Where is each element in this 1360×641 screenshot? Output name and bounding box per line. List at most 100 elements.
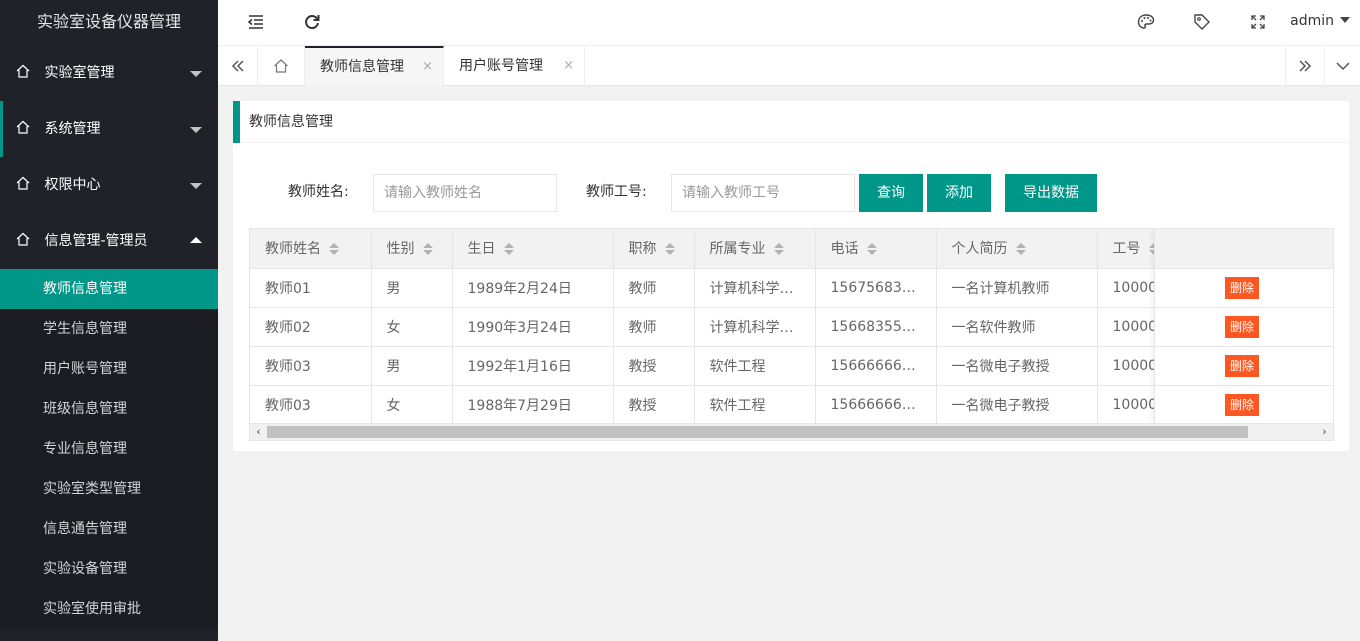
tab-teacher-info[interactable]: 教师信息管理 × <box>305 46 444 86</box>
delete-button[interactable]: 删除 <box>1224 277 1259 299</box>
scroll-left-arrow[interactable]: ‹ <box>250 424 267 440</box>
sidebar-item-major-info[interactable]: 专业信息管理 <box>0 429 218 469</box>
column-header[interactable]: 生日 <box>452 229 614 269</box>
theme-palette-icon[interactable] <box>1136 12 1156 32</box>
table-cell: 1990年3月24日 <box>452 307 614 347</box>
menu-group-permission-center[interactable]: 权限中心 <box>0 157 218 213</box>
table-cell: 1989年2月24日 <box>452 268 614 308</box>
table-cell: 一名软件教师 <box>936 307 1098 347</box>
chevron-down-icon <box>190 127 202 133</box>
action-cell: 删除 <box>1155 347 1333 386</box>
sort-icon[interactable] <box>1015 243 1026 256</box>
delete-button[interactable]: 删除 <box>1224 394 1259 416</box>
table-cell: 教师02 <box>250 307 372 347</box>
table-cell: 教师03 <box>250 385 372 425</box>
table-cell: 教师 <box>613 307 695 347</box>
sort-icon[interactable] <box>503 243 514 256</box>
tag-icon[interactable] <box>1192 12 1212 32</box>
sort-icon[interactable] <box>422 243 433 256</box>
double-chevron-left-icon <box>231 60 244 72</box>
close-icon[interactable]: × <box>563 46 574 86</box>
tab-user-account[interactable]: 用户账号管理 × <box>444 46 585 86</box>
table-cell: 计算机科学… <box>694 307 816 347</box>
sidebar-item-teacher-info[interactable]: 教师信息管理 <box>0 269 218 309</box>
tabs-scroll-left-button[interactable] <box>218 46 258 86</box>
scrollbar-thumb[interactable] <box>267 426 1248 438</box>
action-header <box>1155 229 1333 269</box>
table-cell: 软件工程 <box>694 346 816 386</box>
table-cell: 教师 <box>613 268 695 308</box>
export-button[interactable]: 导出数据 <box>1005 174 1097 212</box>
add-button[interactable]: 添加 <box>927 174 991 212</box>
sort-icon[interactable] <box>664 243 675 256</box>
query-button[interactable]: 查询 <box>859 174 923 212</box>
sort-icon[interactable] <box>866 243 877 256</box>
menu-group-info-admin[interactable]: 信息管理-管理员 <box>0 213 218 269</box>
menu-group-label: 实验室管理 <box>44 65 115 81</box>
scroll-right-arrow[interactable]: › <box>1316 424 1333 440</box>
teacher-id-input[interactable] <box>671 174 855 212</box>
tab-home[interactable] <box>258 46 305 86</box>
table-cell: 一名计算机教师 <box>936 268 1098 308</box>
table-cell: 教师03 <box>250 346 372 386</box>
collapse-menu-icon[interactable] <box>246 12 266 32</box>
sidebar-item-class-info[interactable]: 班级信息管理 <box>0 389 218 429</box>
menu-group-system-management[interactable]: 系统管理 <box>0 101 218 157</box>
table-cell: 男 <box>371 268 453 308</box>
content-card: 教师信息管理 教师姓名: 教师工号: 查询 添加 导出数据 教师姓名 性别 生日… <box>233 101 1349 451</box>
table-cell: 教师01 <box>250 268 372 308</box>
column-header[interactable]: 性别 <box>371 229 453 269</box>
table-cell: 一名微电子教授 <box>936 385 1098 425</box>
teacher-name-input[interactable] <box>373 174 557 212</box>
home-icon <box>274 59 288 73</box>
tabs-scroll-right-button[interactable] <box>1285 46 1325 86</box>
sidebar-item-lab-type[interactable]: 实验室类型管理 <box>0 469 218 509</box>
tabs-dropdown-button[interactable] <box>1325 46 1360 86</box>
home-icon <box>16 64 30 78</box>
column-header[interactable]: 电话 <box>815 229 937 269</box>
app-title: 实验室设备仪器管理 <box>0 0 218 45</box>
tabs-bar: 教师信息管理 × 用户账号管理 × <box>218 45 1360 86</box>
sort-icon[interactable] <box>773 243 784 256</box>
table-cell: 软件工程 <box>694 385 816 425</box>
table-cell: 教授 <box>613 385 695 425</box>
table-cell: 女 <box>371 385 453 425</box>
column-header[interactable]: 职称 <box>613 229 695 269</box>
table-cell: 计算机科学… <box>694 268 816 308</box>
refresh-icon[interactable] <box>302 12 322 32</box>
fullscreen-icon[interactable] <box>1248 12 1268 32</box>
table-cell: 一名微电子教授 <box>936 346 1098 386</box>
delete-button[interactable]: 删除 <box>1224 355 1259 377</box>
teacher-table: 教师姓名 性别 生日 职称 所属专业 电话 个人简历 工号 教师01 男 198… <box>249 228 1334 441</box>
close-icon[interactable]: × <box>422 48 433 86</box>
chevron-up-icon <box>190 237 202 243</box>
column-header[interactable]: 个人简历 <box>936 229 1098 269</box>
home-icon <box>16 232 30 246</box>
column-header[interactable]: 教师姓名 <box>250 229 372 269</box>
horizontal-scrollbar[interactable]: ‹ › <box>250 423 1333 440</box>
column-header[interactable]: 所属专业 <box>694 229 816 269</box>
delete-button[interactable]: 删除 <box>1224 316 1259 338</box>
tab-label: 教师信息管理 <box>320 59 404 75</box>
table-cell: 15666666777 <box>815 385 937 425</box>
sidebar-item-user-account[interactable]: 用户账号管理 <box>0 349 218 389</box>
menu-group-lab-management[interactable]: 实验室管理 <box>0 45 218 101</box>
sidebar-item-student-info[interactable]: 学生信息管理 <box>0 309 218 349</box>
action-cell: 删除 <box>1155 308 1333 347</box>
chevron-down-icon <box>190 71 202 77</box>
double-chevron-right-icon <box>1299 60 1312 72</box>
sidebar-item-equipment[interactable]: 实验设备管理 <box>0 549 218 589</box>
sidebar-item-notice[interactable]: 信息通告管理 <box>0 509 218 549</box>
table-cell: 15666666666 <box>815 346 937 386</box>
home-icon <box>16 120 30 134</box>
table-cell: 1988年7月29日 <box>452 385 614 425</box>
sidebar-item-lab-approval[interactable]: 实验室使用审批 <box>0 589 218 629</box>
card-title: 教师信息管理 <box>233 101 1349 143</box>
chevron-down-icon <box>1335 62 1350 71</box>
menu-group-label: 权限中心 <box>44 177 101 193</box>
user-menu[interactable]: admin <box>1290 0 1350 45</box>
sort-icon[interactable] <box>329 243 339 256</box>
table-cell: 男 <box>371 346 453 386</box>
sidebar: 实验室设备仪器管理 实验室管理 系统管理 权限中心 信息管理-管理员 教师信息管… <box>0 0 218 641</box>
fixed-action-column: 删除 删除 删除 删除 <box>1154 229 1333 425</box>
